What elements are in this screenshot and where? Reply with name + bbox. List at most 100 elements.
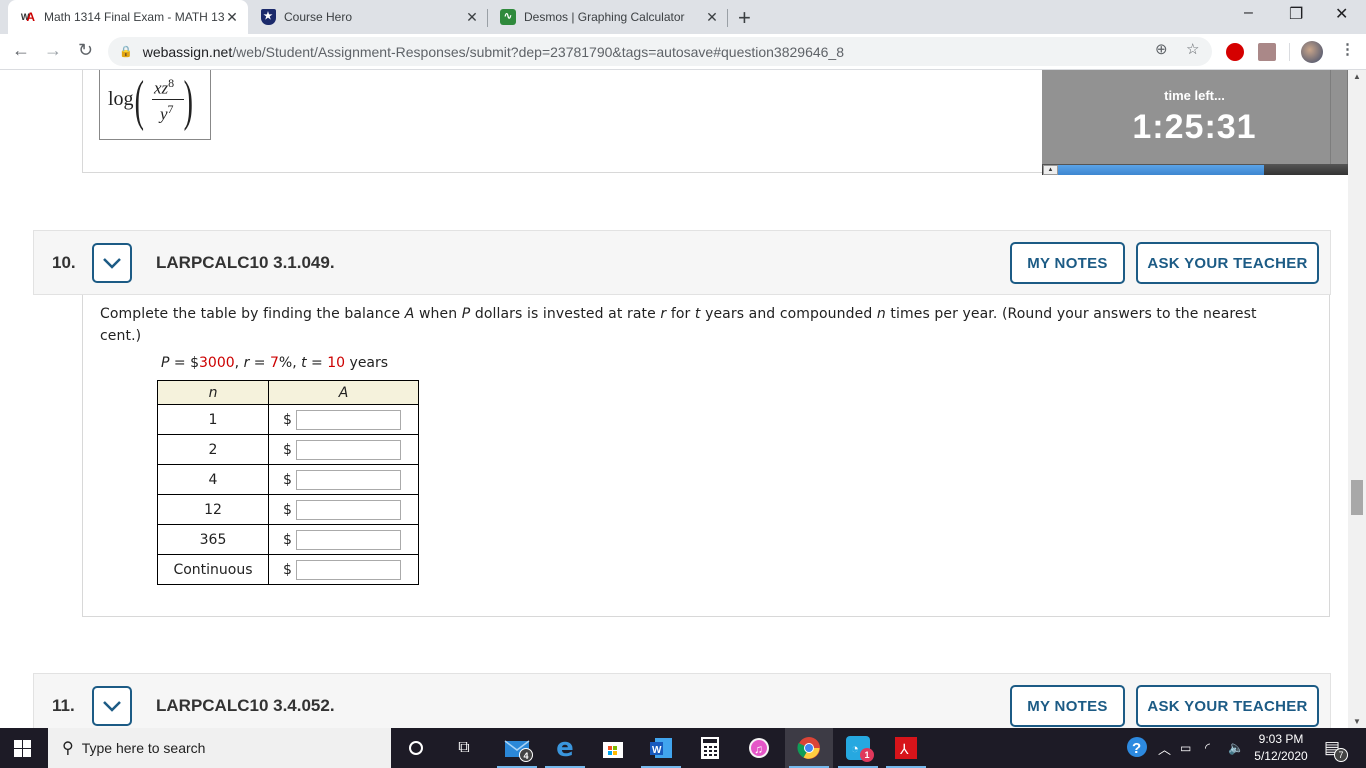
scroll-down-arrow[interactable]: ▼ — [1348, 717, 1366, 726]
scroll-up-arrow[interactable]: ▲ — [1348, 72, 1366, 81]
my-notes-button[interactable]: MY NOTES — [1010, 242, 1125, 284]
action-center-button[interactable]: ▤ 7 — [1324, 728, 1348, 768]
taskbar-word[interactable]: W — [637, 728, 685, 768]
answer-input-n-4[interactable] — [295, 469, 401, 490]
page-scrollbar[interactable]: ▲ ▼ — [1348, 70, 1366, 728]
notification-badge: 7 — [1334, 748, 1348, 762]
math-numerator: xz8 — [154, 76, 175, 98]
wifi-icon[interactable]: ◜ — [1205, 728, 1210, 768]
taskbar-mail[interactable]: 4 — [493, 728, 541, 768]
address-bar[interactable]: 🔒 webassign.net/web/Student/Assignment-R… — [108, 37, 1212, 66]
currency-symbol: $ — [283, 441, 292, 458]
cortana-circle-icon — [409, 741, 423, 755]
timer-edge — [1330, 70, 1331, 164]
answer-input-n-1[interactable] — [295, 409, 401, 430]
svg-text:◔: ◔ — [851, 741, 859, 756]
currency-symbol: $ — [283, 531, 292, 548]
battery-icon[interactable]: ▭ — [1180, 728, 1191, 768]
answer-cell: $ — [268, 524, 419, 555]
close-tab-icon[interactable]: ✕ — [224, 9, 240, 26]
taskbar-clock[interactable]: 9:03 PM 5/12/2020 — [1250, 731, 1312, 765]
question-toggle-button[interactable] — [92, 243, 132, 283]
windows-taskbar: ⚲ Type here to search ⧉ 4 e W ♫ ◔ 1 ⅄ ? ︿… — [0, 728, 1366, 768]
answer-input-n-continuous[interactable] — [295, 559, 401, 580]
browser-tab-strip: WA Math 1314 Final Exam - MATH 13 ✕ ★ Co… — [0, 0, 1366, 34]
lock-icon: 🔒 — [119, 46, 133, 58]
tab-course-hero[interactable]: ★ Course Hero ✕ — [248, 0, 488, 34]
taskbar-search-box[interactable]: ⚲ Type here to search — [48, 728, 391, 768]
toolbar-divider — [1289, 43, 1290, 61]
tab-desmos[interactable]: ∿ Desmos | Graphing Calculator ✕ — [488, 0, 728, 34]
search-placeholder: Type here to search — [81, 740, 206, 756]
profile-avatar[interactable] — [1301, 41, 1323, 63]
n-value: 365 — [157, 524, 269, 555]
currency-symbol: $ — [283, 411, 292, 428]
tab-separator — [727, 9, 728, 27]
given-values: P = $3000, r = 7%, t = 10 years — [161, 355, 389, 371]
close-tab-icon[interactable]: ✕ — [704, 9, 720, 26]
table-row: Continuous $ — [157, 554, 419, 585]
windows-start-button[interactable] — [14, 740, 31, 762]
n-value: 4 — [157, 464, 269, 495]
edge-icon: e — [556, 733, 574, 763]
taskbar-acrobat[interactable]: ⅄ — [882, 728, 930, 768]
n-value: 2 — [157, 434, 269, 465]
cortana-button[interactable] — [392, 728, 440, 768]
zoom-icon[interactable]: ⊕ — [1155, 40, 1168, 58]
scrollbar-thumb[interactable] — [1351, 480, 1363, 515]
math-answer-option[interactable]: log ( xz8 y7 ) — [99, 70, 211, 140]
taskbar-app[interactable]: ◔ 1 — [834, 728, 882, 768]
itunes-icon: ♫ — [749, 738, 769, 758]
timer-value: 1:25:31 — [1132, 108, 1257, 146]
taskbar-store[interactable] — [589, 728, 637, 768]
timer-collapse-button[interactable]: ▲ — [1043, 165, 1058, 175]
answer-input-n-2[interactable] — [295, 439, 401, 460]
chevron-up-icon: ︿ — [1158, 741, 1172, 757]
reload-button[interactable]: ↻ — [78, 40, 93, 61]
calculator-icon — [701, 737, 719, 759]
restore-button[interactable]: ❐ — [1289, 4, 1303, 24]
timer-panel: time left... 1:25:31 — [1042, 70, 1348, 164]
question-toggle-button[interactable] — [92, 686, 132, 726]
url-path: /web/Student/Assignment-Responses/submit… — [232, 43, 845, 60]
answer-input-n-365[interactable] — [295, 529, 401, 550]
word-icon: W — [650, 738, 672, 758]
show-hidden-icons-button[interactable]: ︿ — [1158, 728, 1171, 768]
help-tray-icon[interactable]: ? — [1126, 728, 1150, 768]
browser-toolbar: ← → ↻ 🔒 webassign.net/web/Student/Assign… — [0, 34, 1366, 70]
table-row: 2 $ — [157, 434, 419, 465]
taskbar-chrome[interactable] — [785, 728, 833, 768]
answer-cell: $ — [268, 404, 419, 435]
answer-input-n-12[interactable] — [295, 499, 401, 520]
url-host: webassign.net — [142, 43, 233, 60]
taskbar-edge[interactable]: e — [541, 728, 589, 768]
math-func: log — [108, 88, 134, 110]
close-tab-icon[interactable]: ✕ — [464, 9, 480, 26]
menu-kebab-icon[interactable]: ⋮ — [1340, 40, 1355, 58]
back-button[interactable]: ← — [12, 40, 30, 61]
answer-cell: $ — [268, 554, 419, 585]
currency-symbol: $ — [283, 471, 292, 488]
taskbar-itunes[interactable]: ♫ — [735, 728, 783, 768]
acrobat-extension-icon[interactable] — [1258, 43, 1276, 61]
new-tab-button[interactable]: + — [738, 5, 751, 31]
my-notes-button[interactable]: MY NOTES — [1010, 685, 1125, 727]
forward-button[interactable]: → — [44, 40, 62, 61]
desmos-icon: ∿ — [500, 9, 516, 25]
svg-text:W: W — [652, 745, 662, 756]
question-number: 11. — [52, 696, 75, 715]
tab-webassign[interactable]: WA Math 1314 Final Exam - MATH 13 ✕ — [8, 0, 248, 34]
question-prompt: Complete the table by finding the balanc… — [100, 306, 1257, 344]
task-view-button[interactable]: ⧉ — [440, 728, 488, 768]
question-number: 10. — [52, 253, 76, 272]
bookmark-star-icon[interactable]: ☆ — [1186, 40, 1199, 58]
taskbar-calculator[interactable] — [686, 728, 734, 768]
adblock-extension-icon[interactable] — [1226, 43, 1244, 61]
volume-icon[interactable]: 🔈 — [1228, 728, 1244, 768]
table-row: 1 $ — [157, 404, 419, 435]
ask-your-teacher-button[interactable]: ASK YOUR TEACHER — [1136, 685, 1319, 727]
close-window-button[interactable]: ✕ — [1335, 4, 1348, 24]
currency-symbol: $ — [283, 501, 292, 518]
minimize-button[interactable]: – — [1244, 4, 1253, 22]
ask-your-teacher-button[interactable]: ASK YOUR TEACHER — [1136, 242, 1319, 284]
